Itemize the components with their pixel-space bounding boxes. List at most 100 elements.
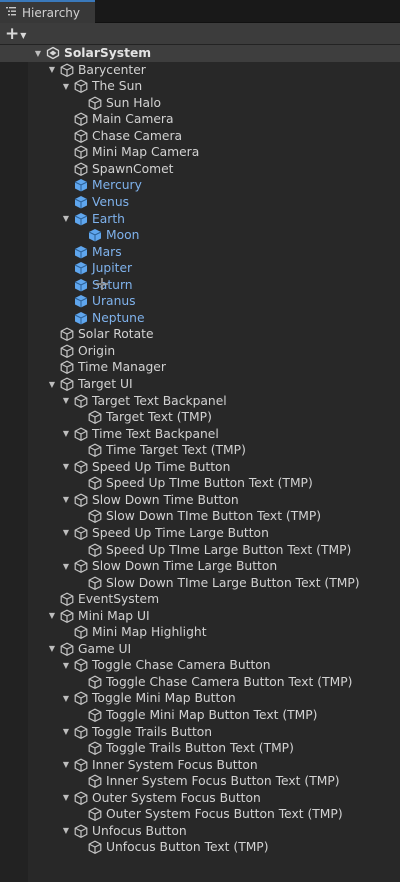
expand-arrow-icon[interactable]: ▼: [60, 393, 72, 409]
tree-item-toggle-mini-map-button[interactable]: ▼ Toggle Mini Map Button: [0, 690, 400, 707]
expand-arrow-icon[interactable]: ▼: [60, 757, 72, 773]
gameobject-cube-icon: [74, 79, 88, 93]
tree-item-label: Speed Up TIme Large Button Text (TMP): [106, 542, 352, 557]
tree-item-unfocus-button-text-tmp[interactable]: Unfocus Button Text (TMP): [0, 839, 400, 856]
tree-item-main-camera[interactable]: Main Camera: [0, 111, 400, 128]
tree-item-slow-down-time-large-button[interactable]: ▼ Slow Down Time Large Button: [0, 558, 400, 575]
tree-item-label: Outer System Focus Button: [92, 790, 261, 805]
tree-item-label: Earth: [92, 211, 125, 226]
tree-item-label: Mini Map UI: [78, 608, 150, 623]
tree-item-moon[interactable]: Moon: [0, 227, 400, 244]
gameobject-cube-icon: [88, 774, 102, 789]
tree-item-toggle-mini-map-button-text-tmp[interactable]: Toggle Mini Map Button Text (TMP): [0, 707, 400, 724]
expand-arrow-icon[interactable]: ▼: [60, 525, 72, 541]
expand-arrow-icon[interactable]: ▼: [60, 459, 72, 475]
tree-item-sun-halo[interactable]: Sun Halo: [0, 95, 400, 112]
tree-item-outer-system-focus-button[interactable]: ▼ Outer System Focus Button: [0, 790, 400, 807]
tree-item-saturn[interactable]: Saturn: [0, 277, 400, 294]
expand-arrow-icon[interactable]: ▼: [32, 45, 44, 61]
tree-item-neptune[interactable]: Neptune: [0, 310, 400, 327]
tree-item-uranus[interactable]: Uranus: [0, 293, 400, 310]
tree-item-jupiter[interactable]: Jupiter: [0, 260, 400, 277]
tree-item-label: Moon: [106, 228, 140, 243]
tree-item-mars[interactable]: Mars: [0, 244, 400, 261]
expand-arrow-icon[interactable]: ▼: [46, 62, 58, 78]
tree-item-time-manager[interactable]: Time Manager: [0, 359, 400, 376]
create-dropdown-button[interactable]: + ▼: [2, 25, 32, 43]
tree-item-label: Toggle Mini Map Button Text (TMP): [106, 708, 318, 722]
tree-item-speed-up-time-large-button[interactable]: ▼ Speed Up Time Large Button: [0, 525, 400, 542]
tree-item-slow-down-time-button[interactable]: ▼ Slow Down Time Button: [0, 492, 400, 509]
expand-arrow-icon[interactable]: ▼: [46, 608, 58, 624]
gameobject-cube-icon: [74, 129, 88, 143]
tree-item-target-ui[interactable]: ▼ Target UI: [0, 376, 400, 393]
gameobject-cube-icon: [88, 96, 102, 110]
tab-hierarchy[interactable]: Hierarchy: [0, 0, 95, 23]
tree-item-barycenter[interactable]: ▼ Barycenter: [0, 62, 400, 79]
tree-item-label: Speed Up TIme Button Text (TMP): [106, 476, 313, 491]
tree-item-target-text-tmp[interactable]: Target Text (TMP): [0, 409, 400, 426]
tree-item-venus[interactable]: Venus: [0, 194, 400, 211]
tree-item-toggle-chase-camera-button-text-tmp[interactable]: Toggle Chase Camera Button Text (TMP): [0, 674, 400, 691]
expand-arrow-icon[interactable]: ▼: [46, 376, 58, 392]
expand-arrow-icon[interactable]: ▼: [60, 558, 72, 574]
tree-item-speed-up-time-large-button-text-tmp[interactable]: Speed Up TIme Large Button Text (TMP): [0, 542, 400, 559]
tree-item-eventsystem[interactable]: EventSystem: [0, 591, 400, 608]
tree-item-label: Speed Up Time Large Button: [92, 525, 269, 540]
tree-item-chase-camera[interactable]: Chase Camera: [0, 128, 400, 145]
tree-item-inner-system-focus-button[interactable]: ▼ Inner System Focus Button: [0, 757, 400, 774]
expand-arrow-icon[interactable]: ▼: [60, 211, 72, 227]
expand-arrow-icon[interactable]: ▼: [60, 492, 72, 508]
tree-item-time-target-text-tmp[interactable]: Time Target Text (TMP): [0, 442, 400, 459]
tree-item-earth[interactable]: ▼ Earth: [0, 211, 400, 228]
tree-item-outer-system-focus-button-text-tmp[interactable]: Outer System Focus Button Text (TMP): [0, 806, 400, 823]
tree-item-toggle-trails-button-text-tmp[interactable]: Toggle Trails Button Text (TMP): [0, 740, 400, 757]
tree-item-mini-map-highlight[interactable]: Mini Map Highlight: [0, 624, 400, 641]
tree-item-target-text-backpanel[interactable]: ▼ Target Text Backpanel: [0, 393, 400, 410]
tree-item-label: Inner System Focus Button Text (TMP): [106, 774, 340, 789]
unity-scene-icon: [46, 46, 60, 60]
tree-item-solar-rotate[interactable]: Solar Rotate: [0, 326, 400, 343]
tree-item-the-sun[interactable]: ▼ The Sun: [0, 78, 400, 95]
gameobject-cube-icon: [74, 162, 88, 176]
hierarchy-tree[interactable]: ▼ SolarSystem ▼ Barycenter ▼ The Sun Sun Halo M…: [0, 45, 400, 882]
scene-row-solarsystem[interactable]: ▼ SolarSystem: [0, 45, 400, 62]
expand-arrow-icon[interactable]: ▼: [60, 790, 72, 806]
caret-down-icon: ▼: [20, 30, 27, 40]
prefab-cube-icon: [74, 195, 88, 209]
expand-arrow-icon[interactable]: ▼: [60, 823, 72, 839]
expand-arrow-icon[interactable]: ▼: [60, 657, 72, 673]
tree-item-label: Uranus: [92, 294, 136, 309]
gameobject-cube-icon: [88, 509, 102, 524]
gameobject-cube-icon: [74, 725, 88, 739]
tree-item-slow-down-time-large-button-text-tmp[interactable]: Slow Down TIme Large Button Text (TMP): [0, 575, 400, 592]
tree-item-label: Game UI: [78, 641, 132, 656]
tree-item-toggle-trails-button[interactable]: ▼ Toggle Trails Button: [0, 724, 400, 741]
gameobject-cube-icon: [74, 112, 88, 127]
expand-arrow-icon[interactable]: ▼: [60, 690, 72, 706]
tree-item-speed-up-time-button-text-tmp[interactable]: Speed Up TIme Button Text (TMP): [0, 475, 400, 492]
tree-item-spawncomet[interactable]: SpawnComet: [0, 161, 400, 178]
tree-item-mini-map-ui[interactable]: ▼ Mini Map UI: [0, 608, 400, 625]
expand-arrow-icon[interactable]: ▼: [60, 78, 72, 94]
tree-item-inner-system-focus-button-text-tmp[interactable]: Inner System Focus Button Text (TMP): [0, 773, 400, 790]
tree-item-mercury[interactable]: Mercury: [0, 177, 400, 194]
tree-item-label: Time Manager: [78, 360, 166, 375]
expand-arrow-icon[interactable]: ▼: [60, 426, 72, 442]
tree-item-speed-up-time-button[interactable]: ▼ Speed Up Time Button: [0, 459, 400, 476]
tree-item-game-ui[interactable]: ▼ Game UI: [0, 641, 400, 658]
tree-item-slow-down-time-button-text-tmp[interactable]: Slow Down TIme Button Text (TMP): [0, 508, 400, 525]
gameobject-cube-icon: [88, 675, 102, 689]
expand-arrow-icon[interactable]: ▼: [60, 724, 72, 740]
prefab-cube-icon: [74, 261, 88, 275]
gameobject-cube-icon: [88, 741, 102, 755]
tree-item-unfocus-button[interactable]: ▼ Unfocus Button: [0, 823, 400, 840]
tree-item-label: Speed Up Time Button: [92, 459, 231, 474]
expand-arrow-icon[interactable]: ▼: [46, 641, 58, 657]
tree-item-label: Main Camera: [92, 112, 174, 127]
tree-item-mini-map-camera[interactable]: Mini Map Camera: [0, 144, 400, 161]
tree-item-origin[interactable]: Origin: [0, 343, 400, 360]
tree-item-toggle-chase-camera-button[interactable]: ▼ Toggle Chase Camera Button: [0, 657, 400, 674]
tree-item-time-text-backpanel[interactable]: ▼ Time Text Backpanel: [0, 426, 400, 443]
gameobject-cube-icon: [74, 791, 88, 805]
